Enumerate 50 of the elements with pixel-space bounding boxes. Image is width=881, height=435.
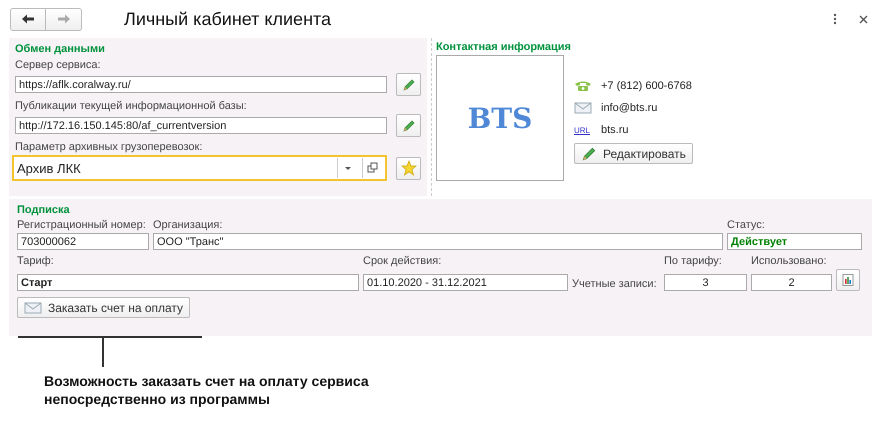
field-label: Публикации текущей информационной базы: <box>15 100 248 112</box>
contact-text: +7 (812) 600-6768 <box>601 80 692 92</box>
phone-icon <box>574 80 592 92</box>
section-title: Обмен данными <box>15 43 106 55</box>
left-arrow-icon <box>21 14 35 24</box>
envelope-icon <box>574 102 592 114</box>
field-label: Статус: <box>727 219 766 231</box>
text-field[interactable]: Старт <box>17 274 359 291</box>
edit-button[interactable]: Редактировать <box>574 143 693 164</box>
field-label: Сервер сервиса: <box>15 59 102 71</box>
right-arrow-icon <box>56 14 70 24</box>
field-label: Организация: <box>153 219 224 231</box>
pencil-icon <box>581 146 597 162</box>
section-title: Подписка <box>17 204 71 216</box>
field-label: Срок действия: <box>363 255 442 267</box>
combo-field[interactable]: Архив ЛКК <box>12 155 388 181</box>
text-field[interactable]: ООО "Транс" <box>153 233 723 250</box>
more-icon[interactable] <box>833 13 837 25</box>
number-field[interactable]: 3 <box>664 274 747 291</box>
field-label: Использовано: <box>751 255 828 267</box>
text-field[interactable]: 703000062 <box>17 233 149 250</box>
pencil-icon <box>402 118 416 132</box>
report-button[interactable] <box>836 269 860 291</box>
text-field[interactable]: https://aflk.coralway.ru/ <box>15 76 388 93</box>
text-field[interactable]: http://172.16.150.145:80/af_currentversion <box>15 117 388 134</box>
logo: BTS <box>468 102 532 134</box>
edit-button[interactable] <box>396 114 421 137</box>
number-field[interactable]: 2 <box>751 274 832 291</box>
field-label: Регистрационный номер: <box>17 219 147 231</box>
field-label: По тарифу: <box>664 255 723 267</box>
envelope-icon <box>24 302 42 314</box>
contact-text: info@bts.ru <box>601 102 658 114</box>
callout-text: Возможность заказать счет на оплату сервиса непосредственно из программы <box>44 372 370 408</box>
field-value: Архив ЛКК <box>16 160 82 176</box>
field-label: Тариф: <box>17 255 55 267</box>
close-icon[interactable] <box>859 14 868 24</box>
url-icon: URL <box>574 126 592 134</box>
section-title: Контактная информация <box>436 41 572 53</box>
edit-button[interactable] <box>396 73 421 96</box>
contact-text: bts.ru <box>601 124 629 136</box>
text-field[interactable]: 01.10.2020 - 31.12.2021 <box>363 274 568 291</box>
chart-icon <box>842 274 854 286</box>
pencil-icon <box>402 78 416 92</box>
field-label: Учетные записи: <box>572 278 658 290</box>
star-icon <box>400 160 417 176</box>
window-title: Личный кабинет клиента <box>124 8 332 30</box>
status-field[interactable]: Действует <box>727 233 862 250</box>
back-button[interactable] <box>10 8 46 30</box>
order-invoice-button[interactable]: Заказать счет на оплату <box>17 297 190 318</box>
field-label: Параметр архивных грузоперевозок: <box>15 141 204 153</box>
